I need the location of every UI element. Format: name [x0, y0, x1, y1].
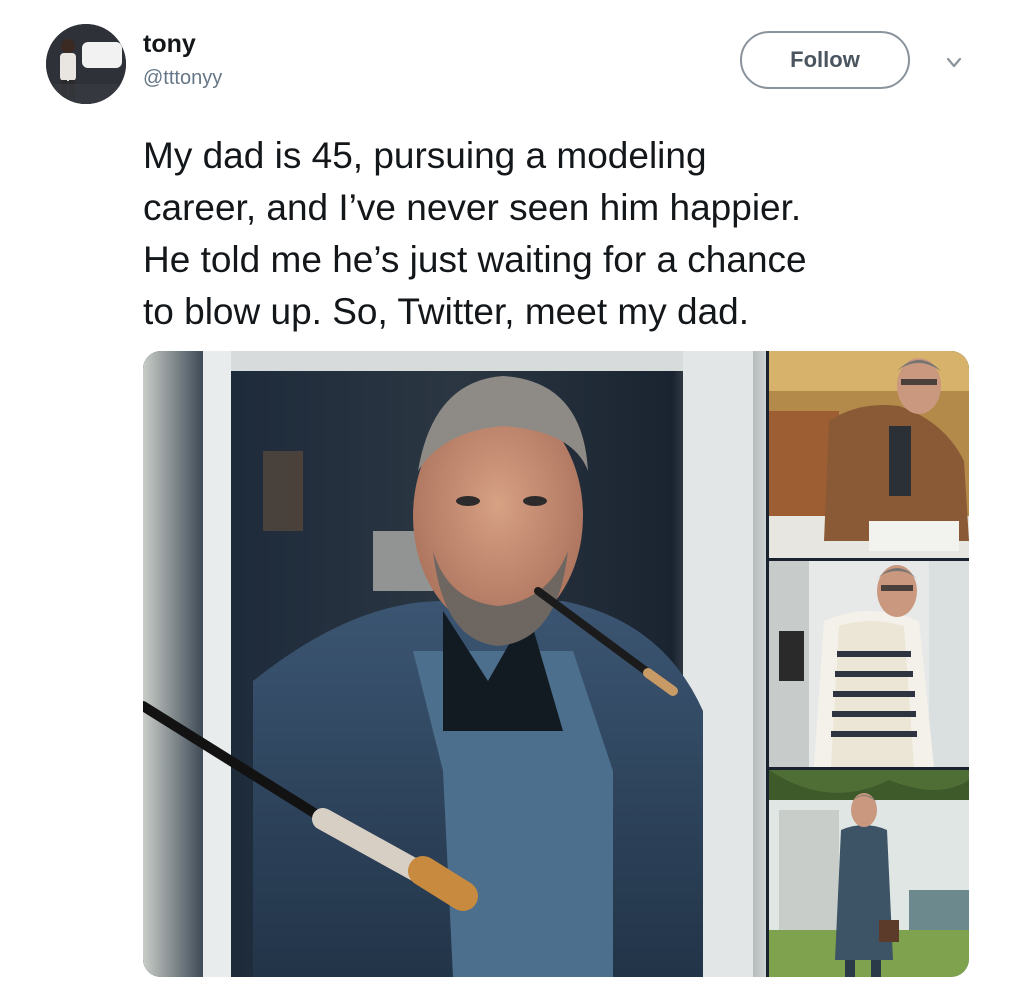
user-handle[interactable]: @tttonyy: [143, 67, 222, 90]
tweet-text-line: to blow up. So, Twitter, meet my dad.: [143, 291, 750, 332]
tweet-text-line: He told me he’s just waiting for a chanc…: [143, 239, 807, 280]
media-grid: [143, 351, 969, 977]
tweet-text: My dad is 45, pursuing a modeling career…: [143, 130, 993, 338]
photo-sweater-vest[interactable]: [769, 561, 969, 767]
user-name[interactable]: tony: [143, 30, 196, 59]
tweet-text-line: career, and I’ve never seen him happier.: [143, 187, 802, 228]
tweet: tony @tttonyy Follow My dad is 45, pursu…: [0, 0, 1024, 994]
avatar-image: [46, 24, 126, 104]
photo-seated[interactable]: [769, 351, 969, 558]
avatar[interactable]: [46, 24, 126, 104]
photo-main[interactable]: [143, 351, 766, 977]
chevron-down-icon[interactable]: [940, 52, 968, 74]
tweet-text-line: My dad is 45, pursuing a modeling: [143, 135, 707, 176]
photo-outdoor-coat[interactable]: [769, 770, 969, 977]
follow-button[interactable]: Follow: [740, 31, 910, 89]
